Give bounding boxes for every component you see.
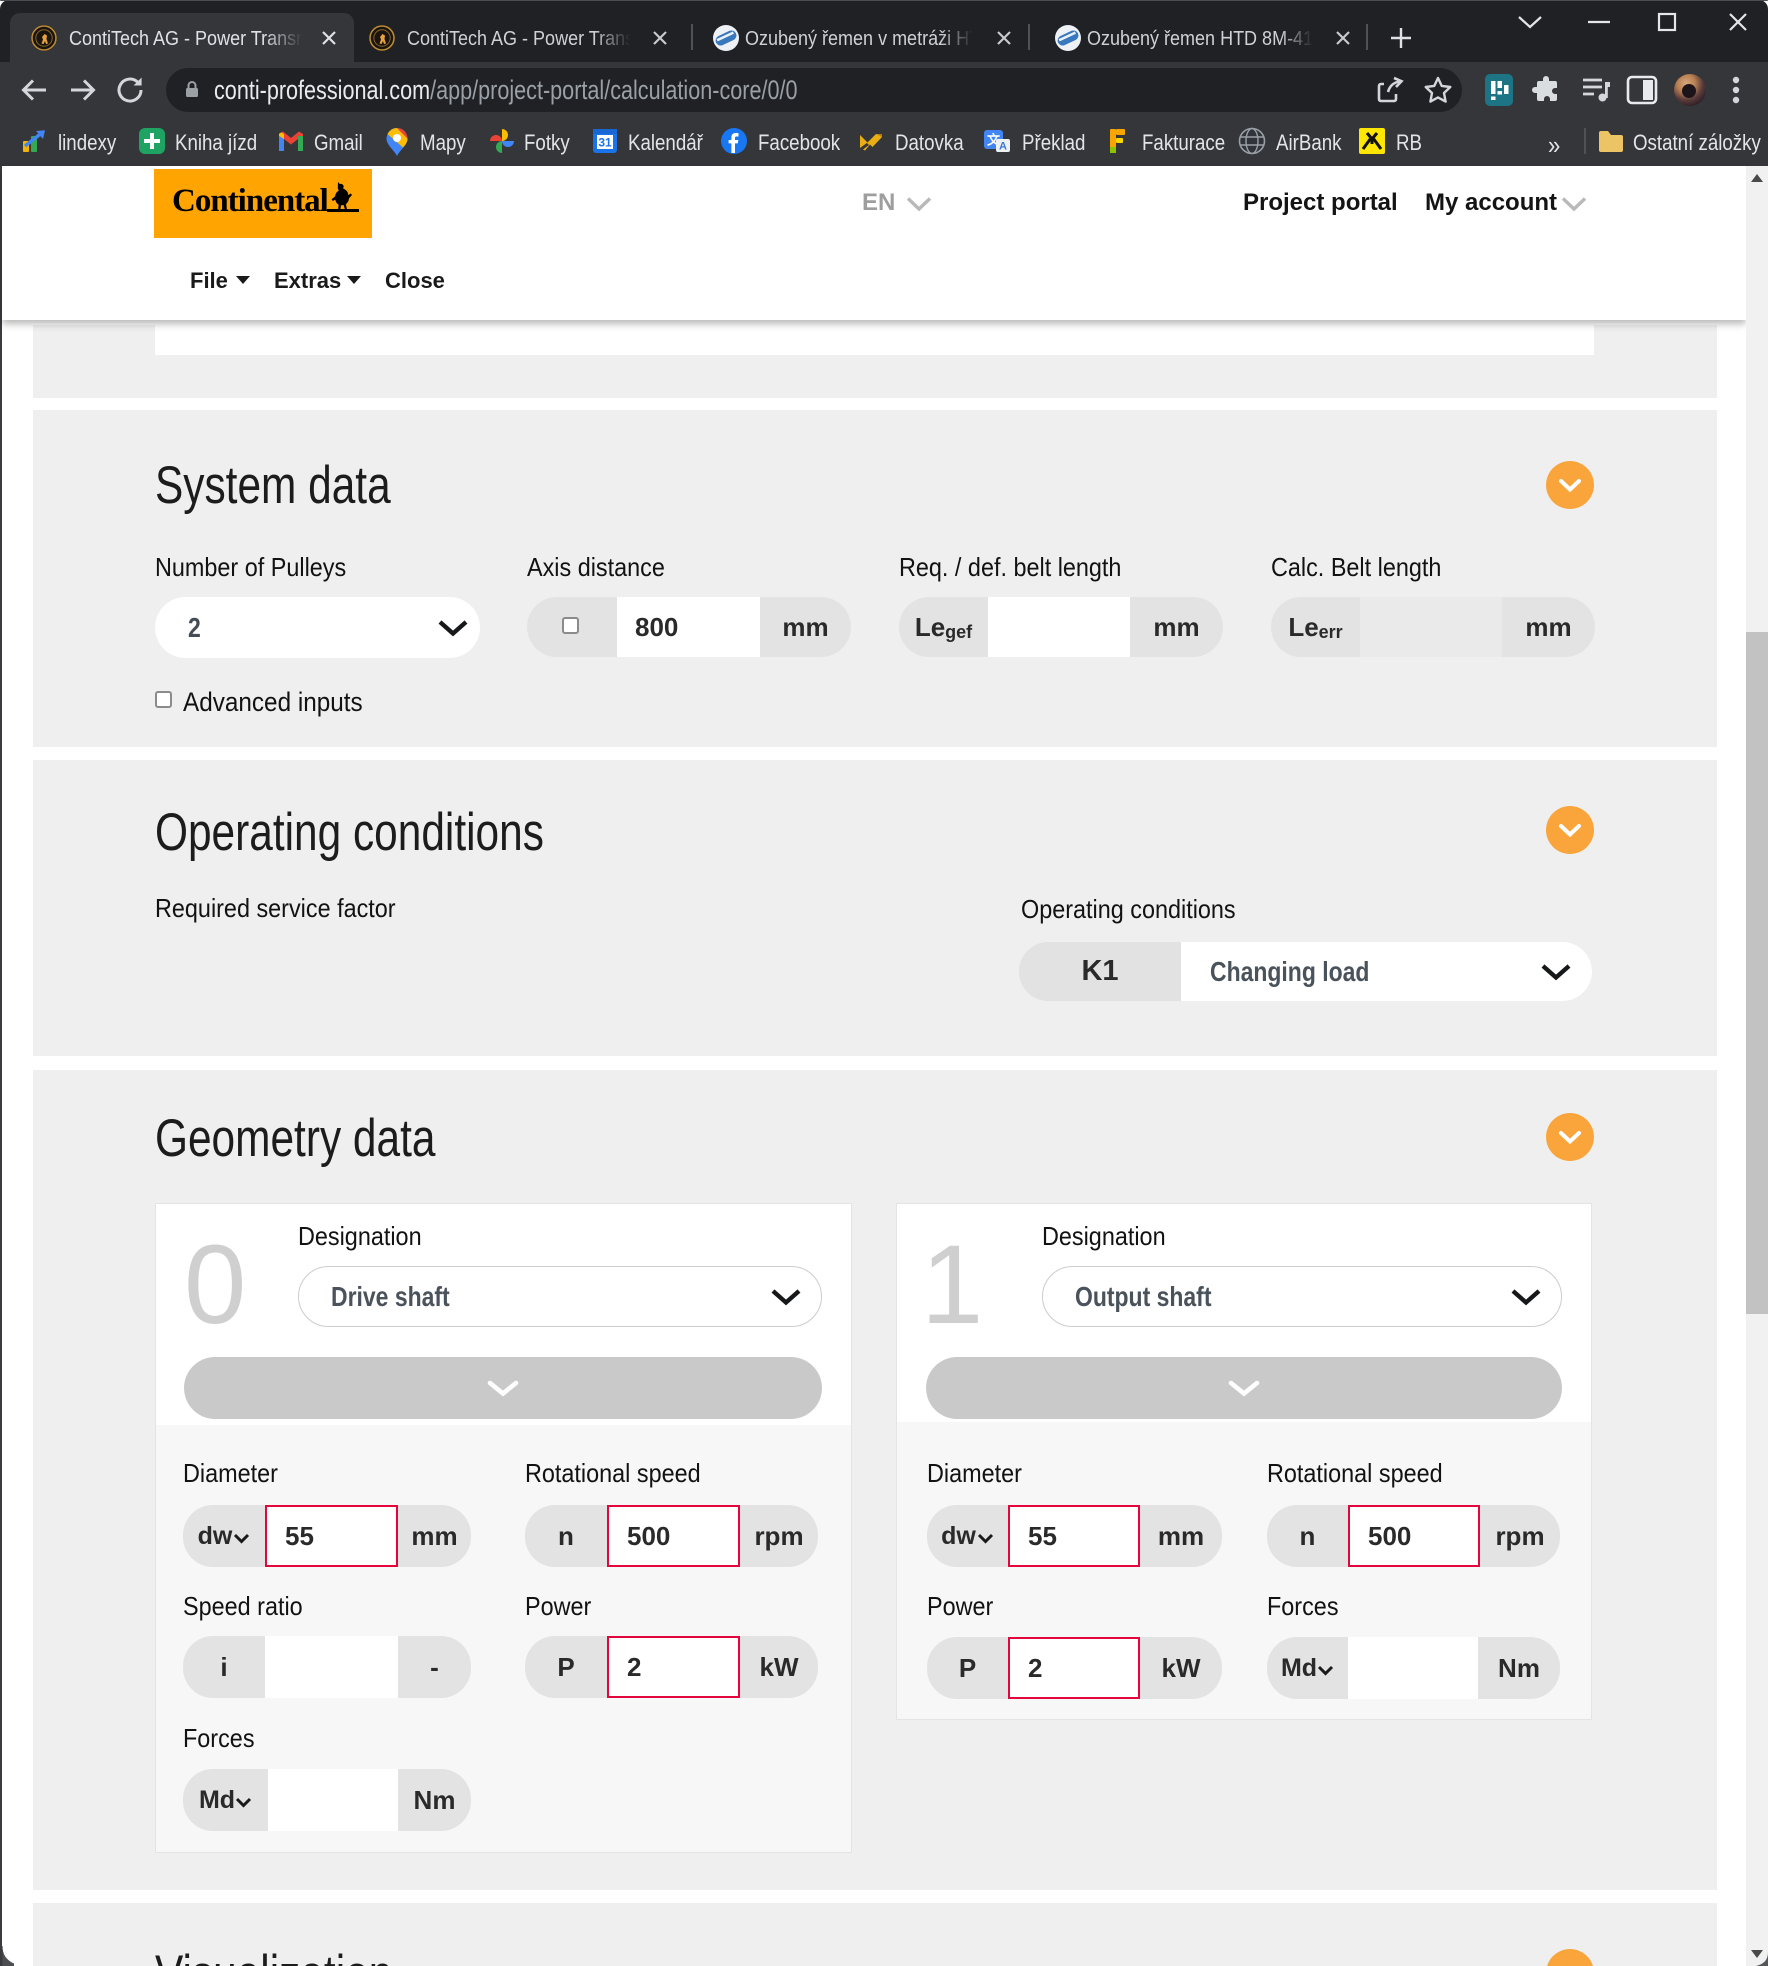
svg-text:A: A <box>999 141 1007 153</box>
svg-text:31: 31 <box>598 136 612 150</box>
